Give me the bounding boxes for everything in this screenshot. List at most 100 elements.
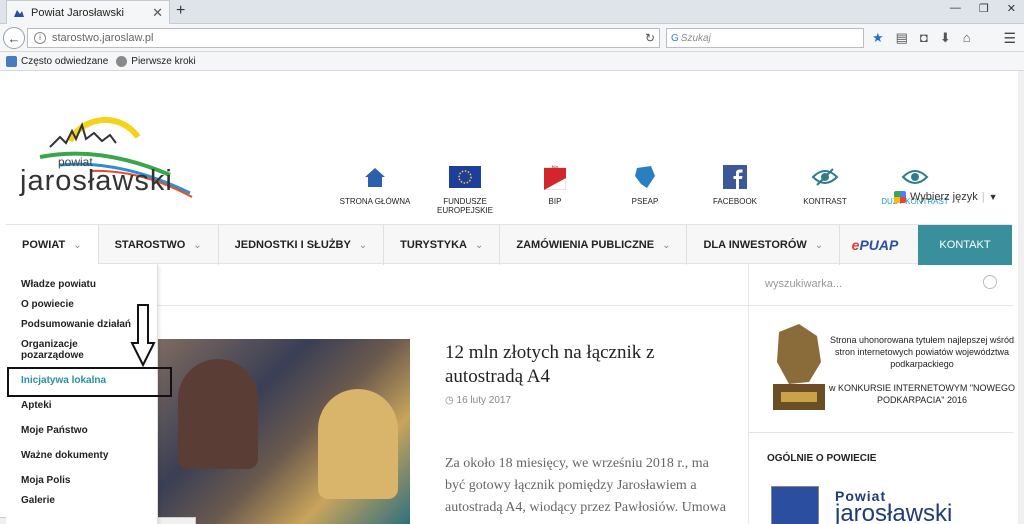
menu-label: POWIAT (22, 239, 66, 251)
back-icon[interactable]: ← (3, 27, 25, 49)
reload-icon[interactable]: ↻ (645, 31, 655, 45)
coat-of-arms-icon (771, 486, 819, 524)
article-title[interactable]: 12 mln złotych na łącznik z autostradą A… (445, 341, 725, 389)
top-link-facebook[interactable]: FACEBOOK (690, 163, 780, 215)
pseap-icon (635, 166, 655, 188)
restore-icon[interactable]: ❐ (979, 2, 989, 15)
menu-item-starostwo[interactable]: STAROSTWO ⌄ (99, 225, 219, 265)
dropdown-item[interactable]: Podsumowanie działań (21, 319, 131, 330)
dropdown-item[interactable]: Organizacje pozarządowe (21, 339, 121, 361)
top-link-label: FUNDUSZE EUROPEJSKIE (436, 197, 493, 215)
epuap-logo[interactable]: e PUAP (832, 225, 918, 265)
clock-icon: ◷ (445, 395, 454, 406)
top-link-bip[interactable]: bip BIP (510, 163, 600, 215)
browser-search-input[interactable]: G Szukaj (666, 28, 864, 48)
award-text: Strona uhonorowana tytułem najlepszej wś… (828, 335, 1016, 405)
site-search-input[interactable]: wyszukiwarka... (749, 264, 1013, 306)
content-divider (158, 305, 748, 306)
bookmarks-bar: Często odwiedzane Pierwsze kroki (0, 52, 1024, 71)
powiat-box-big: jarosławski (835, 500, 953, 524)
article-date-text: 16 luty 2017 (456, 395, 512, 406)
sidebar: wyszukiwarka... Strona uhonorowana tytuł… (748, 264, 1015, 524)
dropdown-item[interactable]: Ważne dokumenty (21, 450, 108, 461)
language-selector[interactable]: Wybierz język | ▼ (894, 191, 998, 203)
site-logo[interactable]: powiat jarosławski (20, 101, 200, 201)
top-icon-links: STRONA GŁÓWNA FUNDUSZE EUROPEJSKIE bip B… (330, 163, 960, 215)
site-info-icon[interactable]: i (34, 32, 46, 44)
browser-tab[interactable]: Powiat Jarosławski ✕ (6, 0, 170, 24)
reading-list-icon[interactable]: ▤ (896, 30, 908, 46)
top-link-pseap[interactable]: PSEAP (600, 163, 690, 215)
menu-item-jednostki[interactable]: JEDNOSTKI I SŁUŻBY ⌄ (219, 225, 385, 265)
window-controls: — ❐ ✕ (950, 2, 1016, 15)
page-content: powiat jarosławski STRONA GŁÓWNA FUNDUSZ… (0, 71, 1024, 524)
article-excerpt: Za około 18 miesięcy, we wrześniu 2018 r… (445, 456, 726, 524)
article-photo[interactable] (158, 339, 410, 524)
contrast-eye-icon (811, 168, 839, 186)
bookmark-star-icon[interactable]: ★ (872, 30, 884, 46)
eye-icon (901, 170, 929, 184)
dropdown-item[interactable]: Galerie (21, 495, 55, 506)
download-icon[interactable]: ⬇ (940, 30, 951, 46)
section-heading: OGÓLNIE O POWIECIE (767, 453, 877, 464)
top-link-contrast[interactable]: KONTRAST (780, 163, 870, 215)
minimize-icon[interactable]: — (950, 2, 961, 15)
top-link-home[interactable]: STRONA GŁÓWNA (330, 163, 420, 215)
kontakt-button[interactable]: KONTAKT (918, 225, 1012, 265)
dropdown-item[interactable]: O powiecie (21, 299, 74, 310)
article-date: ◷ 16 luty 2017 (445, 395, 511, 406)
dropdown-item[interactable]: Władze powiatu (21, 279, 96, 290)
bookmark-label: Często odwiedzane (21, 55, 109, 67)
bookmark-item[interactable]: Często odwiedzane (6, 55, 109, 67)
url-text: starostwo.jaroslaw.pl (52, 32, 154, 44)
toolbar-icons: ★ ▤ ◘ ⬇ ⌂ (872, 30, 971, 46)
chevron-down-icon: ⌄ (193, 239, 202, 251)
highlight-box (7, 367, 172, 397)
chevron-down-icon: ▼ (988, 192, 998, 202)
address-bar[interactable]: i starostwo.jaroslaw.pl ↻ (27, 28, 660, 48)
top-link-label: FACEBOOK (712, 197, 757, 206)
epuap-text: PUAP (859, 237, 899, 253)
chevron-down-icon: ⌄ (814, 239, 824, 251)
bookmark-folder-icon (6, 55, 17, 67)
menu-label: DLA INWESTORÓW (703, 239, 807, 251)
hamburger-menu-icon[interactable]: ☰ (1003, 30, 1016, 47)
close-window-icon[interactable]: ✕ (1007, 2, 1016, 15)
bookmark-label: Pierwsze kroki (131, 55, 196, 67)
menu-item-turystyka[interactable]: TURYSTYKA ⌄ (384, 225, 501, 265)
top-link-label: BIP (548, 197, 562, 206)
top-link-label: KONTRAST (803, 197, 847, 206)
top-link-eu-funds[interactable]: FUNDUSZE EUROPEJSKIE (420, 163, 510, 215)
tab-strip: Powiat Jarosławski ✕ + — ❐ ✕ (0, 0, 1024, 24)
language-label: Wybierz język (910, 191, 978, 203)
menu-label: ZAMÓWIENIA PUBLICZNE (516, 239, 655, 251)
sidebar-divider (749, 432, 1013, 433)
facebook-icon (723, 165, 747, 189)
scrollbar[interactable] (1018, 71, 1024, 524)
chevron-down-icon: ⌄ (662, 239, 671, 251)
svg-text:bip: bip (552, 165, 559, 171)
close-tab-icon[interactable]: ✕ (152, 5, 163, 21)
photo-person (318, 389, 398, 499)
menu-item-inwestorzy[interactable]: DLA INWESTORÓW ⌄ (687, 225, 841, 265)
menu-item-powiat[interactable]: POWIAT ⌄ (6, 225, 99, 265)
new-tab-icon[interactable]: + (176, 2, 185, 20)
site-favicon-icon (14, 9, 24, 17)
dropdown-item[interactable]: Moja Polis (21, 475, 70, 486)
top-link-high-contrast[interactable]: DUŻY KONTRAST (870, 163, 960, 215)
bookmark-item[interactable]: Pierwsze kroki (116, 55, 196, 67)
top-link-label: STRONA GŁÓWNA (339, 197, 411, 206)
logo-big-text: jarosławski (20, 165, 173, 197)
pocket-icon[interactable]: ◘ (920, 30, 928, 46)
tab-title: Powiat Jarosławski (31, 6, 124, 19)
home-button-icon[interactable]: ⌂ (963, 30, 971, 46)
chevron-down-icon: ⌄ (358, 239, 368, 251)
dropdown-item[interactable]: Moje Państwo (21, 425, 88, 436)
menu-label: JEDNOSTKI I SŁUŻBY (234, 239, 351, 251)
language-divider: | (981, 191, 985, 203)
home-icon (365, 168, 385, 187)
dropdown-item[interactable]: Apteki (21, 400, 52, 411)
epuap-e: e (851, 237, 860, 253)
search-icon[interactable] (983, 275, 997, 289)
menu-item-zamowienia[interactable]: ZAMÓWIENIA PUBLICZNE ⌄ (500, 225, 688, 265)
